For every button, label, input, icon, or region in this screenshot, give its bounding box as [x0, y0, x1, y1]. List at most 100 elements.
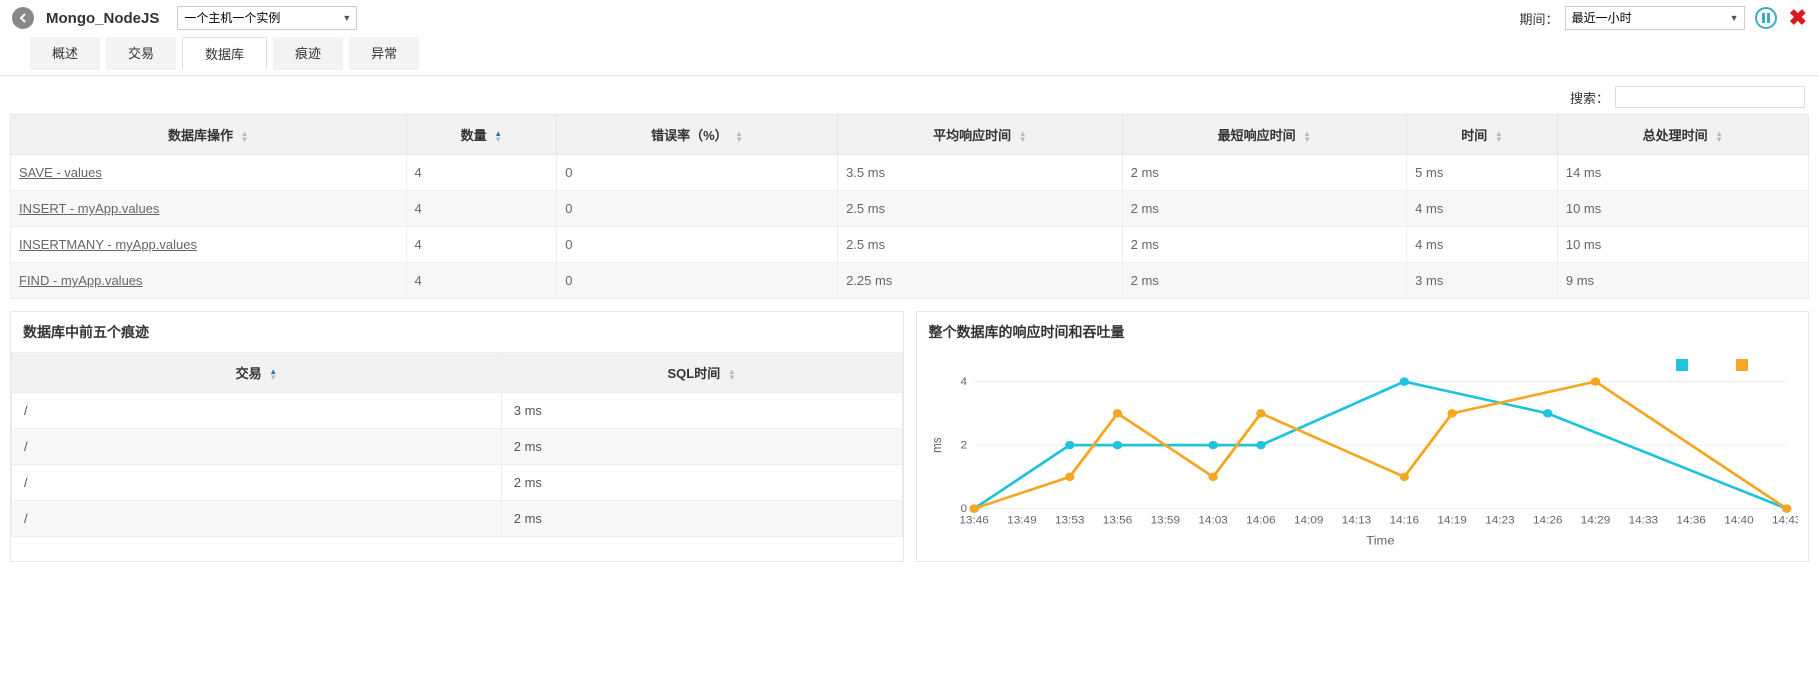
db-ops-table: 数据库操作 ▲▼数量 ▲▼错误率（%） ▲▼平均响应时间 ▲▼最短响应时间 ▲▼…	[10, 114, 1809, 299]
db-col-6[interactable]: 总处理时间 ▲▼	[1557, 115, 1808, 155]
db-cell: 3.5 ms	[838, 155, 1123, 191]
trace-cell: 2 ms	[501, 465, 902, 501]
db-cell: 9 ms	[1557, 263, 1808, 299]
trace-cell: /	[12, 465, 502, 501]
db-cell: 2 ms	[1122, 191, 1407, 227]
svg-text:14:36: 14:36	[1676, 515, 1705, 526]
tabs-row: 概述交易数据库痕迹异常	[0, 36, 1819, 76]
db-cell: 4	[406, 155, 557, 191]
db-col-1[interactable]: 数量 ▲▼	[406, 115, 557, 155]
svg-text:14:29: 14:29	[1580, 515, 1609, 526]
trace-cell: 2 ms	[501, 429, 902, 465]
db-op-link[interactable]: INSERT - myApp.values	[11, 191, 407, 227]
svg-text:14:33: 14:33	[1628, 515, 1657, 526]
trace-col-1[interactable]: SQL时间 ▲▼	[501, 353, 902, 393]
trace-col-0[interactable]: 交易 ▲▼	[12, 353, 502, 393]
trace-panel: 数据库中前五个痕迹 交易 ▲▼SQL时间 ▲▼ /3 ms/2 ms/2 ms/…	[10, 311, 904, 562]
db-col-2[interactable]: 错误率（%） ▲▼	[557, 115, 838, 155]
db-cell: 0	[557, 227, 838, 263]
trace-cell: /	[12, 429, 502, 465]
db-cell: 3 ms	[1407, 263, 1558, 299]
tab-0[interactable]: 概述	[30, 37, 100, 70]
svg-text:13:56: 13:56	[1102, 515, 1131, 526]
db-col-0[interactable]: 数据库操作 ▲▼	[11, 115, 407, 155]
tab-4[interactable]: 异常	[349, 37, 419, 70]
svg-text:0: 0	[960, 503, 967, 514]
table-row: INSERTMANY - myApp.values402.5 ms2 ms4 m…	[11, 227, 1809, 263]
chart-panel-title: 整个数据库的响应时间和吞吐量	[917, 312, 1809, 352]
svg-text:14:23: 14:23	[1485, 515, 1514, 526]
trace-cell: /	[12, 501, 502, 537]
db-cell: 4 ms	[1407, 191, 1558, 227]
table-row: SAVE - values403.5 ms2 ms5 ms14 ms	[11, 155, 1809, 191]
pause-button[interactable]	[1755, 7, 1777, 29]
svg-text:14:03: 14:03	[1198, 515, 1227, 526]
db-cell: 4	[406, 227, 557, 263]
db-col-5[interactable]: 时间 ▲▼	[1407, 115, 1558, 155]
svg-text:14:13: 14:13	[1341, 515, 1370, 526]
table-row: FIND - myApp.values402.25 ms2 ms3 ms9 ms	[11, 263, 1809, 299]
close-button[interactable]: ✖	[1789, 7, 1807, 29]
svg-text:13:46: 13:46	[959, 515, 988, 526]
period-select[interactable]: 最近一小时	[1565, 6, 1745, 30]
db-cell: 2 ms	[1122, 227, 1407, 263]
page-title: Mongo_NodeJS	[46, 10, 159, 27]
db-col-3[interactable]: 平均响应时间 ▲▼	[838, 115, 1123, 155]
svg-text:14:06: 14:06	[1246, 515, 1275, 526]
trace-cell: 2 ms	[501, 501, 902, 537]
svg-text:14:43: 14:43	[1771, 515, 1798, 526]
db-cell: 2 ms	[1122, 263, 1407, 299]
db-op-link[interactable]: INSERTMANY - myApp.values	[11, 227, 407, 263]
db-cell: 2.5 ms	[838, 191, 1123, 227]
db-cell: 0	[557, 155, 838, 191]
trace-cell: 3 ms	[501, 393, 902, 429]
back-button[interactable]	[12, 7, 34, 29]
svg-text:14:09: 14:09	[1293, 515, 1322, 526]
tab-2[interactable]: 数据库	[182, 37, 267, 70]
trace-panel-title: 数据库中前五个痕迹	[11, 312, 903, 352]
legend-series2-icon	[1736, 359, 1748, 371]
instance-select[interactable]: 一个主机一个实例	[177, 6, 357, 30]
svg-text:14:19: 14:19	[1437, 515, 1466, 526]
svg-text:14:16: 14:16	[1389, 515, 1418, 526]
chart-legend	[927, 356, 1799, 371]
db-cell: 0	[557, 263, 838, 299]
db-cell: 10 ms	[1557, 191, 1808, 227]
period-label: 期间：	[1520, 9, 1559, 28]
svg-text:14:40: 14:40	[1724, 515, 1753, 526]
tab-3[interactable]: 痕迹	[273, 37, 343, 70]
db-cell: 2.5 ms	[838, 227, 1123, 263]
db-col-4[interactable]: 最短响应时间 ▲▼	[1122, 115, 1407, 155]
svg-text:Time: Time	[1366, 534, 1394, 547]
tab-1[interactable]: 交易	[106, 37, 176, 70]
search-input[interactable]	[1615, 86, 1805, 108]
svg-text:2: 2	[960, 440, 967, 451]
list-item: /2 ms	[12, 465, 903, 501]
response-throughput-chart: 0 2 4 ms 13:46 13:49 13:53 13:56 13:59 14:03 14:06…	[927, 371, 1799, 551]
trace-cell: /	[12, 393, 502, 429]
svg-text:14:26: 14:26	[1532, 515, 1561, 526]
table-row: INSERT - myApp.values402.5 ms2 ms4 ms10 …	[11, 191, 1809, 227]
db-cell: 5 ms	[1407, 155, 1558, 191]
chart-panel: 整个数据库的响应时间和吞吐量 0 2 4 ms 13:46 13:49 13:53 13:56…	[916, 311, 1810, 562]
db-cell: 10 ms	[1557, 227, 1808, 263]
svg-text:13:59: 13:59	[1150, 515, 1179, 526]
db-cell: 2 ms	[1122, 155, 1407, 191]
db-cell: 4 ms	[1407, 227, 1558, 263]
db-cell: 0	[557, 191, 838, 227]
svg-text:13:53: 13:53	[1054, 515, 1083, 526]
db-op-link[interactable]: FIND - myApp.values	[11, 263, 407, 299]
db-cell: 4	[406, 191, 557, 227]
list-item: /3 ms	[12, 393, 903, 429]
list-item: /2 ms	[12, 429, 903, 465]
legend-series1-icon	[1676, 359, 1688, 371]
db-cell: 4	[406, 263, 557, 299]
search-label: 搜索：	[1570, 88, 1609, 107]
svg-text:13:49: 13:49	[1007, 515, 1036, 526]
db-op-link[interactable]: SAVE - values	[11, 155, 407, 191]
db-cell: 14 ms	[1557, 155, 1808, 191]
svg-text:4: 4	[960, 376, 967, 387]
list-item: /2 ms	[12, 501, 903, 537]
trace-table: 交易 ▲▼SQL时间 ▲▼ /3 ms/2 ms/2 ms/2 ms	[11, 352, 903, 537]
svg-text:ms: ms	[929, 437, 944, 453]
